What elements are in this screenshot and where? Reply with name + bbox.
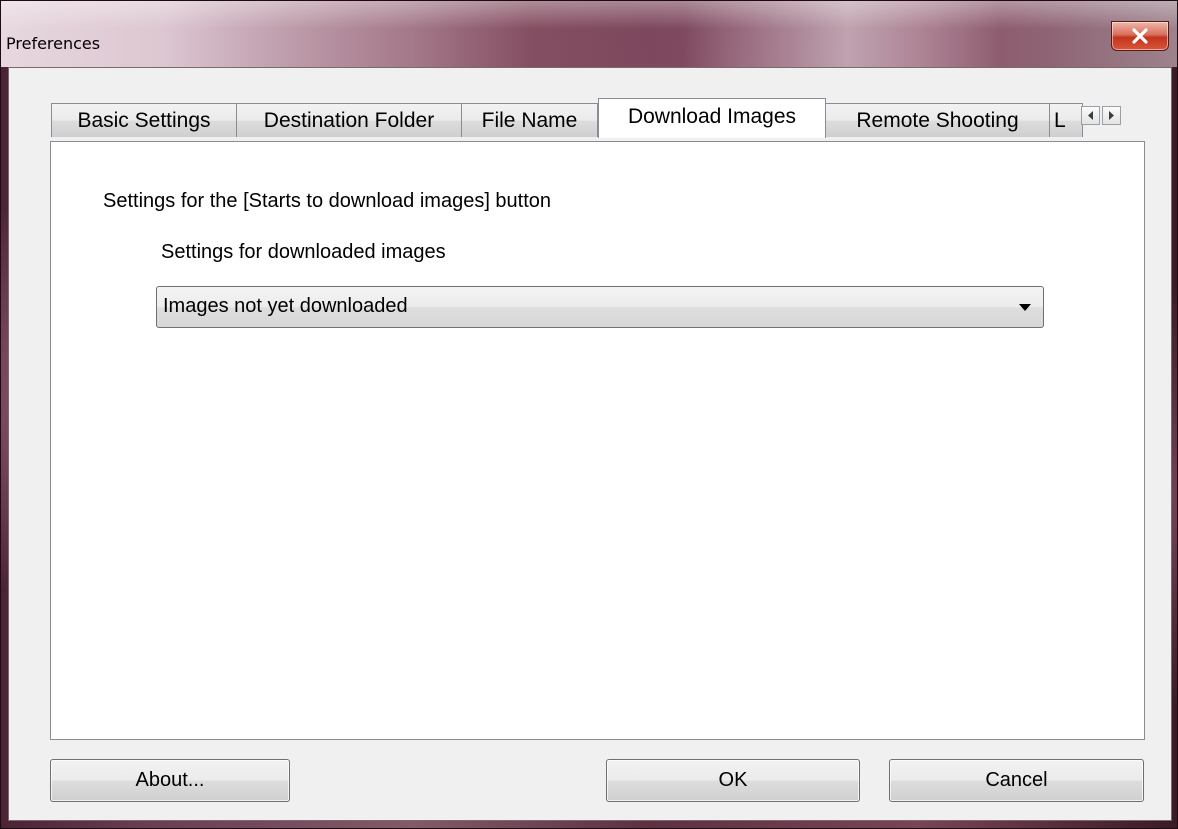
cancel-button-label: Cancel xyxy=(985,769,1048,791)
tab-scroll-right-button[interactable] xyxy=(1102,106,1121,125)
downloaded-images-dropdown[interactable]: Images not yet downloaded xyxy=(156,286,1044,328)
dialog-client-area: Basic Settings Destination Folder File N… xyxy=(8,67,1172,821)
download-images-panel: Settings for the [Starts to download ima… xyxy=(50,141,1145,740)
tab-label: File Name xyxy=(481,108,578,132)
tab-label: Destination Folder xyxy=(263,108,435,132)
scroll-right-arrow-icon xyxy=(1109,111,1114,120)
downloaded-images-label: Settings for downloaded images xyxy=(161,241,446,263)
tab-label: Basic Settings xyxy=(77,108,211,132)
tab-download-images[interactable]: Download Images xyxy=(598,98,826,138)
tab-partial[interactable]: L xyxy=(1049,103,1083,137)
title-bar-gloss xyxy=(1,1,1177,29)
close-button[interactable] xyxy=(1111,21,1169,51)
ok-button[interactable]: OK xyxy=(606,759,860,802)
title-bar[interactable]: Preferences xyxy=(1,1,1177,67)
close-icon xyxy=(1132,28,1148,44)
about-button[interactable]: About... xyxy=(50,759,290,802)
tab-label: Download Images xyxy=(627,105,797,128)
tab-remote-shooting[interactable]: Remote Shooting xyxy=(825,103,1050,137)
ok-button-label: OK xyxy=(718,769,748,791)
tab-label: L xyxy=(1054,108,1066,132)
tab-label: Remote Shooting xyxy=(856,108,1019,132)
group-label: Settings for the [Starts to download ima… xyxy=(103,190,552,212)
dropdown-arrow-icon xyxy=(1019,304,1031,311)
window-title: Preferences xyxy=(6,34,101,53)
tab-destination-folder[interactable]: Destination Folder xyxy=(236,103,462,137)
tab-scroll-left-button[interactable] xyxy=(1081,106,1100,125)
tab-file-name[interactable]: File Name xyxy=(461,103,598,137)
about-button-label: About... xyxy=(135,769,205,791)
dropdown-selected-value: Images not yet downloaded xyxy=(163,295,408,317)
tab-basic-settings[interactable]: Basic Settings xyxy=(51,103,237,137)
scroll-left-arrow-icon xyxy=(1088,111,1093,120)
cancel-button[interactable]: Cancel xyxy=(889,759,1144,802)
preferences-window: Preferences Basic Settings Destination F… xyxy=(0,0,1178,829)
